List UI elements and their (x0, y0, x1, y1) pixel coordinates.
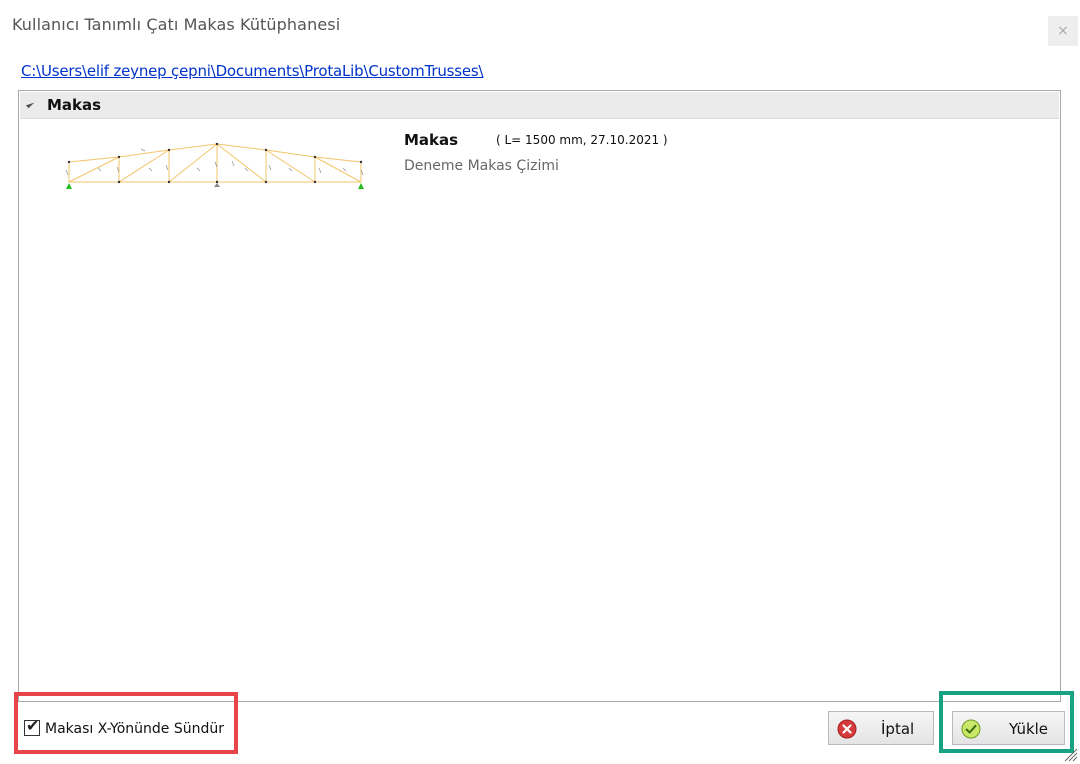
library-path-link[interactable]: C:\Users\elif zeynep çepni\Documents\Pro… (21, 62, 484, 80)
group-title: Makas (47, 96, 102, 114)
close-button[interactable]: × (1048, 16, 1078, 46)
window-title: Kullanıcı Tanımlı Çatı Makas Kütüphanesi (12, 15, 341, 34)
truss-list-item[interactable]: Makas ( L= 1500 mm, 27.10.2021 ) Deneme … (39, 127, 679, 197)
top-strip (0, 0, 1080, 3)
truss-meta: ( L= 1500 mm, 27.10.2021 ) (496, 133, 668, 147)
truss-description: Deneme Makas Çizimi (404, 158, 559, 174)
truss-name: Makas (404, 131, 459, 149)
title-bar: Kullanıcı Tanımlı Çatı Makas Kütüphanesi… (0, 4, 1080, 46)
resize-grip-icon[interactable] (1064, 748, 1078, 762)
checkmark-icon: ✔ (26, 716, 40, 735)
check-circle-icon (961, 719, 981, 739)
truss-library-list[interactable]: Makas Makas (L= 1500 mm, 27.10.2021) D… (18, 90, 1061, 702)
extend-x-label[interactable]: Makası X-Yönünde Sündür (45, 721, 224, 737)
load-button-label: Yükle (1009, 720, 1049, 738)
cancel-button-label: İptal (881, 720, 915, 738)
extend-x-option-highlight: ✔ Makası X-Yönünde Sündür (14, 692, 238, 754)
close-icon: × (1057, 23, 1069, 39)
truss-preview-thumbnail (65, 142, 364, 189)
cancel-icon (837, 719, 857, 739)
collapse-triangle-icon[interactable] (25, 99, 35, 109)
load-button[interactable]: Yükle (952, 711, 1065, 745)
load-button-highlight: Yükle (939, 691, 1074, 753)
extend-x-checkbox[interactable]: ✔ (24, 716, 40, 736)
group-header[interactable]: Makas (20, 92, 1059, 119)
cancel-button[interactable]: İptal (828, 711, 934, 745)
